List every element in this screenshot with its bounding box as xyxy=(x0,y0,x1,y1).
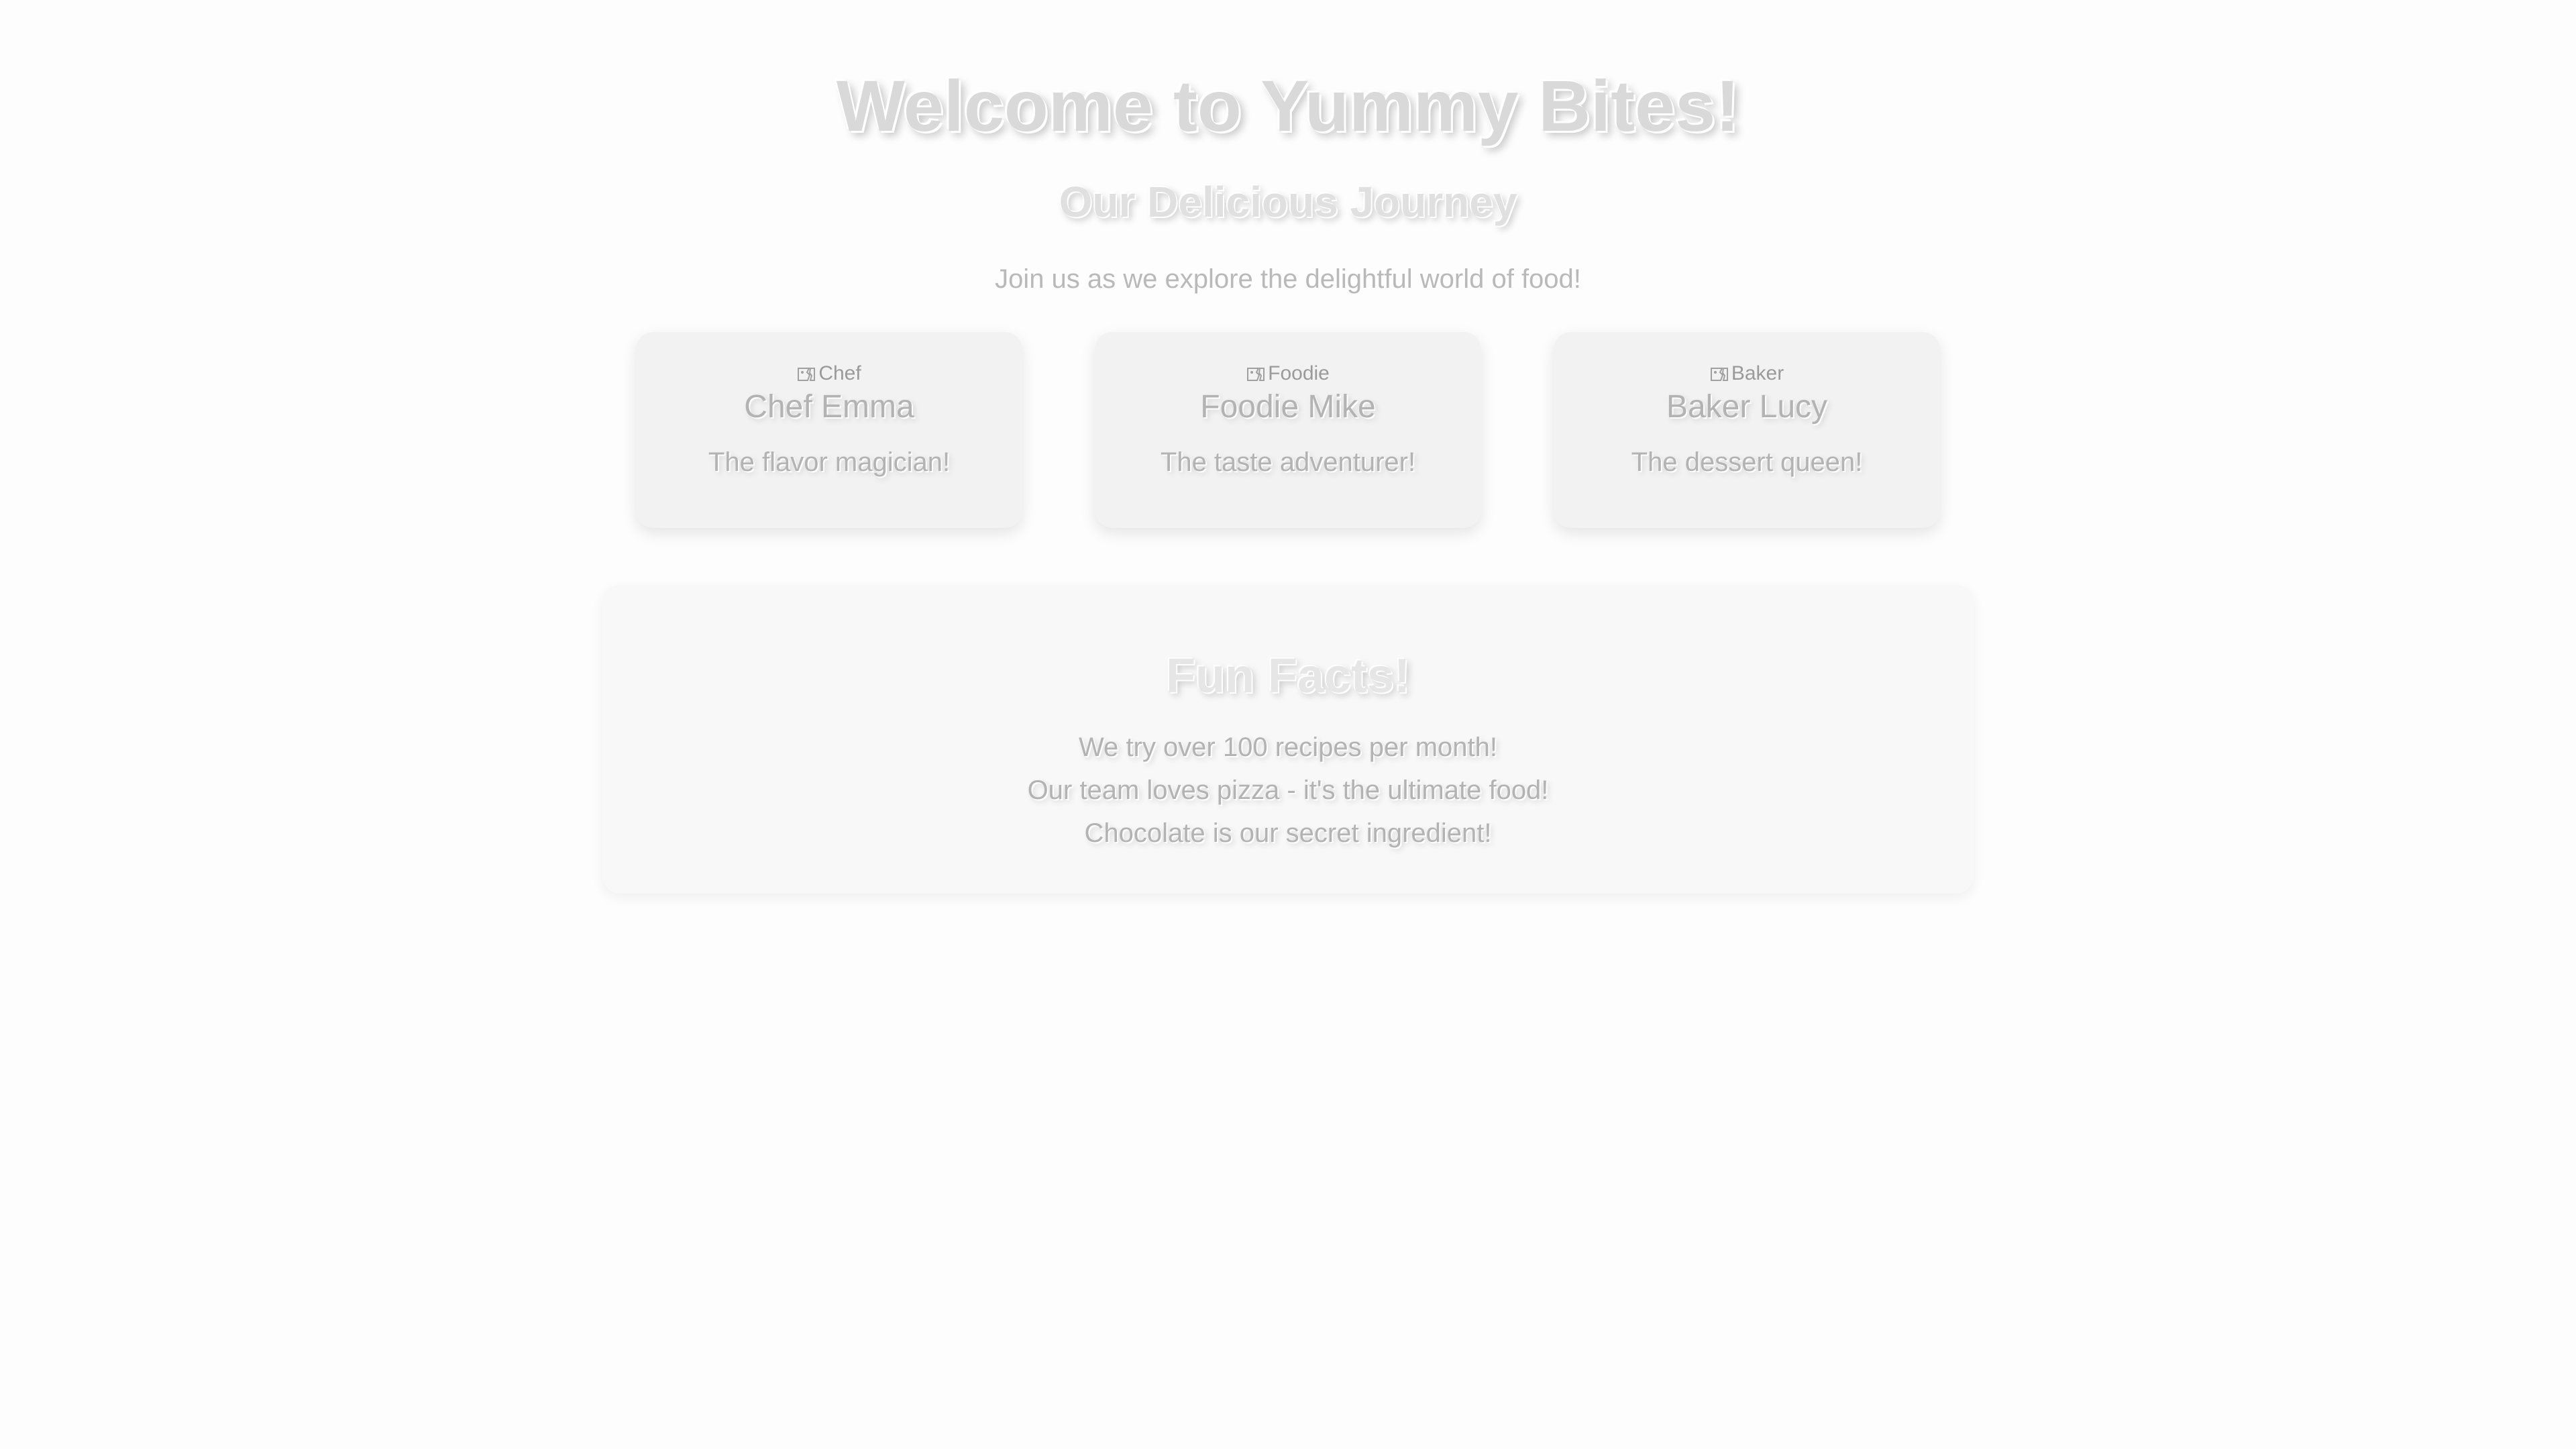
page-title: Welcome to Yummy Bites! xyxy=(836,65,1740,146)
team-member-tagline: The taste adventurer! xyxy=(1160,447,1416,477)
team-member-image: Chef xyxy=(636,360,1022,388)
team-card-baker-lucy: Baker Baker Lucy The dessert queen! xyxy=(1554,332,1940,528)
team-member-tagline: The dessert queen! xyxy=(1631,447,1863,477)
team-member-tagline: The flavor magician! xyxy=(708,447,951,477)
team-card-foodie-mike: Foodie Foodie Mike The taste adventurer! xyxy=(1095,332,1481,528)
page-subtitle: Our Delicious Journey xyxy=(1059,178,1517,226)
team-member-image-alt: Baker xyxy=(1731,362,1784,384)
fun-facts-list: We try over 100 recipes per month! Our t… xyxy=(602,726,1974,855)
team-member-name: Baker Lucy xyxy=(1666,389,1828,425)
team-member-image-alt: Foodie xyxy=(1268,362,1330,384)
intro-text: Join us as we explore the delightful wor… xyxy=(995,264,1581,294)
page: Welcome to Yummy Bites! Our Delicious Jo… xyxy=(0,0,2576,1449)
broken-image-icon xyxy=(1710,366,1729,382)
broken-image-icon xyxy=(797,366,816,382)
team-member-name: Foodie Mike xyxy=(1200,389,1376,425)
fun-fact-item: Chocolate is our secret ingredient! xyxy=(1084,818,1492,848)
team-member-image-alt: Chef xyxy=(818,362,861,384)
broken-image-icon xyxy=(1246,366,1265,382)
team-member-name: Chef Emma xyxy=(744,389,914,425)
team-member-image: Foodie xyxy=(1095,360,1481,388)
fun-facts-title: Fun Facts! xyxy=(1165,649,1410,703)
fun-fact-item: We try over 100 recipes per month! xyxy=(1079,733,1497,762)
fun-facts-section: Fun Facts! We try over 100 recipes per m… xyxy=(602,585,1974,894)
fun-fact-item: Our team loves pizza - it's the ultimate… xyxy=(1027,775,1549,805)
team-cards: Chef Chef Emma The flavor magician! Food… xyxy=(636,332,1940,528)
team-card-chef-emma: Chef Chef Emma The flavor magician! xyxy=(636,332,1022,528)
team-member-image: Baker xyxy=(1554,360,1940,388)
